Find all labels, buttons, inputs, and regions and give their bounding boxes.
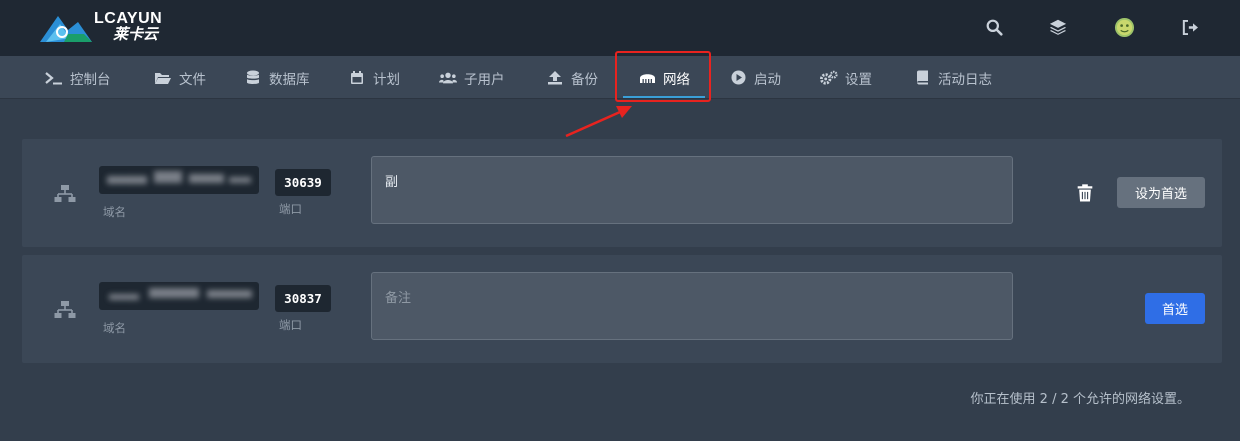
notes-input[interactable]: 副 <box>371 156 1013 224</box>
avatar[interactable] <box>1113 16 1135 38</box>
nav-label-database: 数据库 <box>269 71 310 88</box>
logo-mark-icon <box>40 16 92 42</box>
domain-value-redacted[interactable] <box>99 166 259 194</box>
nav-item-database[interactable]: 数据库 <box>244 56 310 99</box>
make-primary-button[interactable]: 设为首选 <box>1117 177 1205 208</box>
trash-icon[interactable] <box>1076 184 1094 202</box>
nav-label-console: 控制台 <box>70 71 111 88</box>
logout-icon[interactable] <box>1179 16 1201 38</box>
port-label: 端口 <box>279 202 302 216</box>
upload-icon <box>546 70 564 86</box>
calendar-icon <box>348 70 366 86</box>
nav-item-backups[interactable]: 备份 <box>546 56 598 99</box>
port-label: 端口 <box>279 318 302 332</box>
database-icon <box>244 70 262 86</box>
book-icon <box>913 70 931 86</box>
port-value[interactable]: 30639 <box>275 169 331 196</box>
brand-logo[interactable]: LCAYUN 莱卡云 <box>38 10 178 46</box>
nav-label-schedules: 计划 <box>373 71 400 88</box>
nav-label-activity: 活动日志 <box>938 71 992 88</box>
domain-value-redacted[interactable] <box>99 282 259 310</box>
brand-subtitle: 莱卡云 <box>113 25 159 43</box>
play-icon <box>729 70 747 86</box>
port-value[interactable]: 30837 <box>275 285 331 312</box>
nav-item-subusers[interactable]: 子用户 <box>439 56 505 99</box>
nav-item-schedules[interactable]: 计划 <box>348 56 400 99</box>
nav-item-files[interactable]: 文件 <box>154 56 206 99</box>
nav-item-startup[interactable]: 启动 <box>729 56 781 99</box>
notes-input[interactable]: 备注 <box>371 272 1013 340</box>
annotation-highlight-box <box>615 51 711 102</box>
nav-label-subusers: 子用户 <box>464 71 505 88</box>
nav-label-settings: 设置 <box>845 71 872 88</box>
nav-label-startup: 启动 <box>754 71 781 88</box>
layers-icon[interactable] <box>1047 16 1069 38</box>
primary-badge-button[interactable]: 首选 <box>1145 293 1205 324</box>
terminal-icon <box>45 70 63 86</box>
allocation-usage-text: 你正在使用 2 / 2 个允许的网络设置。 <box>970 392 1190 407</box>
allocation-row: 域名 30837 端口 备注 首选 <box>22 255 1222 363</box>
top-header: LCAYUN 莱卡云 <box>0 0 1240 56</box>
network-node-icon <box>54 185 76 202</box>
nav-item-console[interactable]: 控制台 <box>45 56 111 99</box>
search-icon[interactable] <box>983 16 1005 38</box>
nav-item-settings[interactable]: 设置 <box>820 56 872 99</box>
annotation-arrow-icon <box>565 106 632 138</box>
cogs-icon <box>820 70 838 86</box>
allocation-row: 域名 30639 端口 副 设为首选 <box>22 139 1222 247</box>
domain-label: 域名 <box>103 205 126 219</box>
nav-label-backups: 备份 <box>571 71 598 88</box>
domain-label: 域名 <box>103 321 126 335</box>
nav-item-activity[interactable]: 活动日志 <box>913 56 992 99</box>
users-icon <box>439 70 457 86</box>
nav-label-files: 文件 <box>179 71 206 88</box>
network-node-icon <box>54 301 76 318</box>
folder-icon <box>154 70 172 86</box>
